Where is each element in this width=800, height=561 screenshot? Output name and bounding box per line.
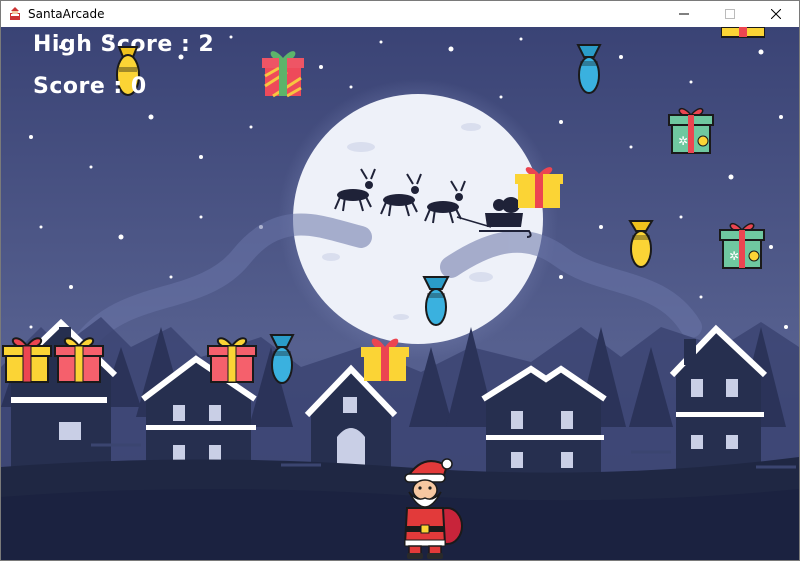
gift-yellow-partial-icon xyxy=(721,27,765,38)
maximize-button[interactable] xyxy=(707,1,753,27)
bomb-yellow-icon xyxy=(628,220,654,268)
gift-yellow-ribbon-icon xyxy=(361,338,409,381)
gift-pink-ribbon-icon xyxy=(207,337,257,383)
maximize-icon xyxy=(725,9,735,19)
svg-text:✲: ✲ xyxy=(678,134,688,148)
minimize-button[interactable] xyxy=(661,1,707,27)
minimize-icon xyxy=(679,13,689,15)
close-button[interactable] xyxy=(753,1,799,27)
gift-yellow-ribbon-icon xyxy=(515,167,563,208)
close-icon xyxy=(771,9,781,19)
santa-player[interactable] xyxy=(393,452,465,560)
app-window: SantaArcade High Score: 2 Score: 0 ✲ ✲ xyxy=(0,0,800,561)
bomb-blue-icon xyxy=(576,44,602,94)
svg-text:✲: ✲ xyxy=(729,249,739,263)
gift-yellow-red-bow-icon xyxy=(2,337,52,383)
score-label: Score : 0 xyxy=(33,74,147,99)
gift-pink-ribbon-icon xyxy=(54,337,104,383)
gift-green-ornament-icon: ✲ xyxy=(668,107,714,154)
window-title: SantaArcade xyxy=(28,7,105,21)
bomb-blue-icon xyxy=(422,276,450,326)
bomb-blue-icon xyxy=(269,334,295,384)
santa-app-icon xyxy=(10,7,20,20)
gift-striped-icon xyxy=(262,51,304,98)
game-canvas[interactable]: High Score : 2 Score : 0 ✲ ✲ xyxy=(1,27,799,560)
gift-green-ornament-icon: ✲ xyxy=(719,222,765,269)
title-bar[interactable]: SantaArcade xyxy=(1,1,799,27)
